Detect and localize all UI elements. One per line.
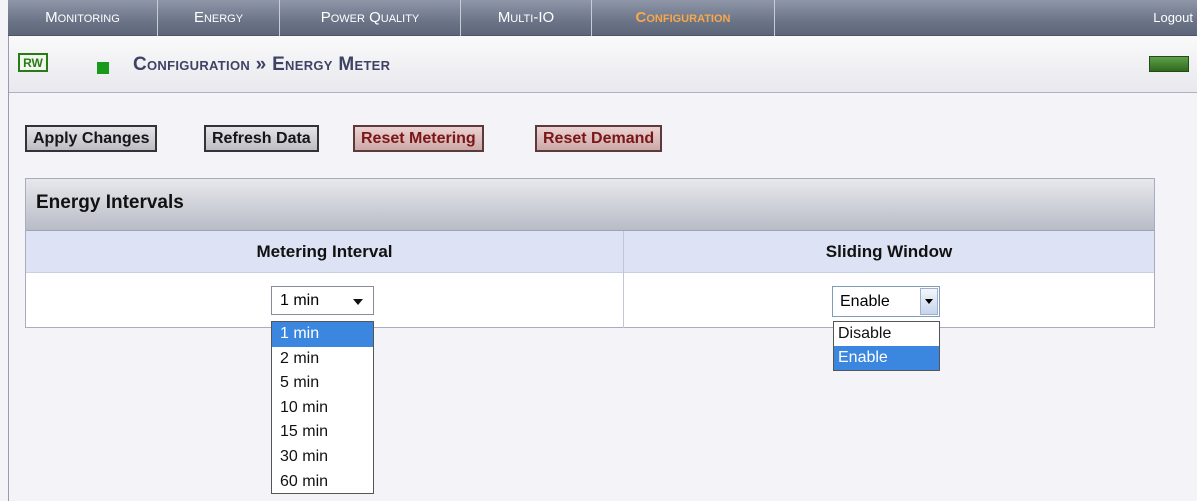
metering-interval-dropdown: 1 min 2 min 5 min 10 min 15 min 30 min 6…: [271, 321, 374, 494]
sliding-window-header: Sliding Window: [624, 231, 1154, 273]
tab-power-quality[interactable]: Power Quality: [280, 0, 461, 36]
apply-changes-button[interactable]: Apply Changes: [25, 125, 158, 152]
dropdown-option[interactable]: 2 min: [272, 347, 373, 372]
metering-interval-select[interactable]: 1 min: [271, 286, 374, 315]
dropdown-option[interactable]: 15 min: [272, 420, 373, 445]
energy-intervals-panel: Energy Intervals Metering Interval Slidi…: [25, 178, 1155, 328]
status-led-icon: [1149, 56, 1189, 72]
dropdown-arrow-icon[interactable]: [920, 288, 938, 315]
sliding-window-select[interactable]: Enable: [832, 286, 940, 317]
dropdown-option[interactable]: 1 min: [272, 322, 373, 347]
title-bar: RW Configuration » Energy Meter: [9, 36, 1197, 93]
sliding-window-value: Enable: [840, 293, 890, 310]
tab-monitoring[interactable]: Monitoring: [8, 0, 158, 36]
panel-title: Energy Intervals: [36, 192, 184, 213]
tab-energy[interactable]: Energy: [158, 0, 280, 36]
sliding-window-dropdown: Disable Enable: [833, 321, 940, 371]
metering-interval-value: 1 min: [280, 292, 320, 309]
status-square-icon: [97, 62, 109, 74]
tab-multi-io[interactable]: Multi-IO: [461, 0, 592, 36]
reset-demand-button[interactable]: Reset Demand: [535, 125, 663, 152]
dropdown-option[interactable]: Disable: [834, 322, 939, 346]
panel-header: Energy Intervals: [26, 179, 1154, 231]
metering-interval-header: Metering Interval: [26, 231, 623, 273]
page-title: Configuration » Energy Meter: [133, 54, 391, 75]
dropdown-option[interactable]: 10 min: [272, 396, 373, 421]
logout-link[interactable]: Logout: [1153, 0, 1193, 36]
rw-badge: RW: [18, 53, 48, 72]
dropdown-option[interactable]: 60 min: [272, 470, 373, 495]
refresh-data-button[interactable]: Refresh Data: [204, 125, 319, 152]
top-nav: Monitoring Energy Power Quality Multi-IO…: [8, 0, 1197, 36]
dropdown-option[interactable]: 5 min: [272, 371, 373, 396]
reset-metering-button[interactable]: Reset Metering: [353, 125, 484, 152]
dropdown-option[interactable]: 30 min: [272, 445, 373, 470]
chevron-down-icon: [353, 299, 363, 305]
column-divider: [623, 231, 624, 328]
tab-configuration[interactable]: Configuration: [592, 0, 775, 36]
dropdown-option[interactable]: Enable: [834, 346, 939, 370]
